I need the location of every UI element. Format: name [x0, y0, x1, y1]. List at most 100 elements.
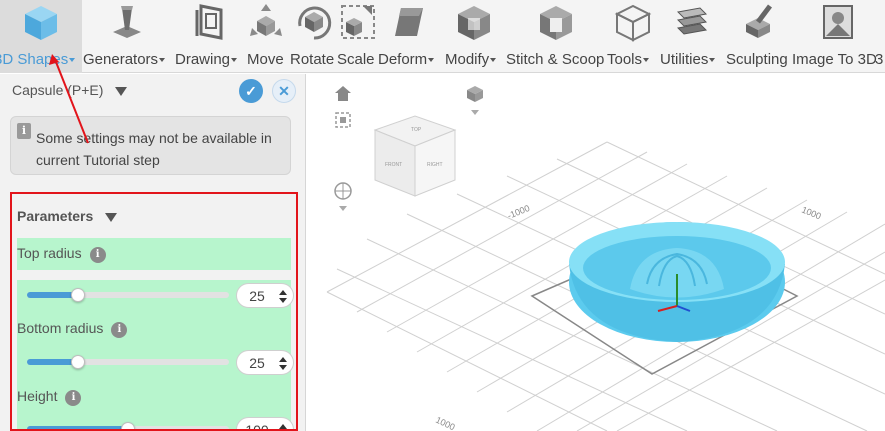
toolbar-modify[interactable]: Modify [444, 0, 504, 73]
top-radius-label-row: Top radius i [17, 238, 291, 270]
chevron-down-icon [69, 58, 76, 63]
toolbar-clipped-item[interactable]: 3 [874, 0, 885, 73]
chevron-down-icon [643, 58, 650, 63]
perspective-view-icon[interactable] [467, 86, 483, 115]
toolbar-image-to-3d[interactable]: Image To 3D [792, 0, 883, 73]
image-to-3d-icon [822, 5, 853, 39]
view-cube-top-label: TOP [411, 127, 422, 133]
bowl-model [569, 222, 785, 342]
orbit-icon[interactable] [334, 182, 352, 211]
main-toolbar: 3D Shapes Generators Drawing Move Rotate… [0, 0, 885, 73]
toolbar-3d-shapes[interactable]: 3D Shapes [0, 0, 82, 73]
chevron-down-icon [231, 58, 238, 63]
top-radius-input[interactable]: 25 [236, 283, 294, 308]
info-icon[interactable]: i [65, 390, 82, 406]
parameters-header[interactable]: Parameters [17, 208, 118, 224]
fit-view-icon[interactable] [335, 112, 351, 128]
viewport-canvas: TOP FRONT RIGHT -1000 1000 1000 [326, 86, 885, 431]
toolbar-move-label: Move [247, 51, 284, 68]
spin-down-icon[interactable] [279, 298, 287, 303]
toolbar-drawing-label: Drawing [175, 51, 231, 68]
spin-up-icon[interactable] [279, 290, 287, 295]
tutorial-note-text: Some settings may not be available in cu… [36, 130, 272, 168]
chevron-down-icon [159, 58, 166, 63]
toolbar-rotate[interactable]: Rotate [289, 0, 339, 73]
home-view-icon[interactable] [335, 86, 351, 101]
toolbar-sculpting[interactable]: Sculpting [725, 0, 791, 73]
panel-title: Capsule (P+E) [12, 82, 104, 98]
sculpting-icon [746, 4, 772, 38]
bottom-radius-input[interactable]: 25 [236, 350, 294, 375]
drawing-icon [195, 4, 222, 40]
view-cube-right-label: RIGHT [427, 162, 443, 168]
toolbar-sculpting-label: Sculpting [726, 51, 788, 68]
toolbar-scale[interactable]: Scale [337, 0, 379, 73]
grid-label: 1000 [800, 205, 822, 222]
toolbar-utilities-label: Utilities [660, 51, 709, 68]
toolbar-modify-label: Modify [445, 51, 490, 68]
parameter-fields-area: 25 Bottom radius i 25 Height i 100 [17, 280, 294, 431]
chevron-down-icon [115, 86, 128, 96]
confirm-button[interactable]: ✓ [239, 79, 263, 103]
height-slider-thumb[interactable] [121, 422, 135, 429]
chevron-down-icon [105, 212, 118, 222]
top-radius-slider[interactable] [27, 288, 229, 302]
toolbar-stitch-scoop-label: Stitch & Scoop [506, 51, 605, 68]
top-radius-value: 25 [249, 288, 265, 304]
bottom-radius-value: 25 [249, 355, 265, 371]
move-arrows-icon [250, 4, 282, 36]
view-cube-front-label: FRONT [385, 162, 402, 168]
toolbar-tools[interactable]: Tools [606, 0, 660, 73]
bottom-radius-slider-fill [27, 359, 78, 365]
spin-down-icon[interactable] [279, 365, 287, 370]
height-slider[interactable] [27, 422, 229, 429]
stitch-scoop-icon [540, 6, 572, 40]
top-radius-slider-fill [27, 292, 78, 298]
checkmark-icon: ✓ [245, 83, 257, 99]
view-cube[interactable]: TOP FRONT RIGHT [373, 115, 457, 197]
toolbar-move[interactable]: Move [246, 0, 286, 73]
bottom-radius-slider-thumb[interactable] [70, 355, 85, 369]
info-icon[interactable]: i [111, 322, 128, 338]
close-button[interactable]: ✕ [272, 79, 296, 103]
toolbar-3d-shapes-label: 3D Shapes [0, 51, 69, 68]
close-icon: ✕ [278, 83, 290, 99]
chevron-down-icon [490, 58, 497, 63]
height-slider-fill [27, 426, 128, 429]
toolbar-tools-label: Tools [607, 51, 643, 68]
3d-viewport[interactable]: TOP FRONT RIGHT -1000 1000 1000 [307, 74, 885, 431]
height-value: 100 [245, 422, 269, 431]
tools-icon [614, 4, 652, 42]
spin-up-icon[interactable] [279, 424, 287, 429]
toolbar-drawing[interactable]: Drawing [172, 0, 245, 73]
parameters-section: Parameters Top radius i 25 Bottom radius i [10, 192, 298, 431]
toolbar-stitch-scoop[interactable]: Stitch & Scoop [505, 0, 607, 73]
grid-label: 1000 [434, 415, 456, 431]
modify-icon [458, 6, 490, 40]
toolbar-deform[interactable]: Deform [378, 0, 440, 73]
parameters-title: Parameters [17, 208, 94, 224]
height-label: Height [17, 388, 58, 404]
properties-panel: Capsule (P+E) ✓ ✕ i Some settings may no… [0, 74, 306, 431]
info-icon[interactable]: i [89, 247, 106, 263]
toolbar-image-to-3d-label: Image To 3D [792, 51, 877, 68]
toolbar-deform-label: Deform [378, 51, 428, 68]
toolbar-generators[interactable]: Generators [83, 0, 171, 73]
deform-icon [395, 8, 423, 36]
toolbar-rotate-label: Rotate [290, 51, 335, 68]
spin-up-icon[interactable] [279, 357, 287, 362]
panel-header[interactable]: Capsule (P+E) [12, 82, 128, 98]
toolbar-scale-label: Scale [337, 51, 375, 68]
chevron-down-icon [709, 58, 716, 63]
info-icon: i [17, 123, 31, 139]
scale-icon [341, 5, 375, 39]
toolbar-generators-label: Generators [83, 51, 159, 68]
toolbar-clipped-label: 3 [875, 51, 884, 68]
height-input[interactable]: 100 [236, 417, 294, 431]
cube-icon [25, 6, 57, 40]
extrude-pin-icon [113, 6, 141, 38]
tutorial-note: i Some settings may not be available in … [10, 116, 291, 175]
bottom-radius-slider[interactable] [27, 355, 229, 369]
toolbar-utilities[interactable]: Utilities [660, 0, 724, 73]
top-radius-slider-thumb[interactable] [70, 288, 85, 302]
